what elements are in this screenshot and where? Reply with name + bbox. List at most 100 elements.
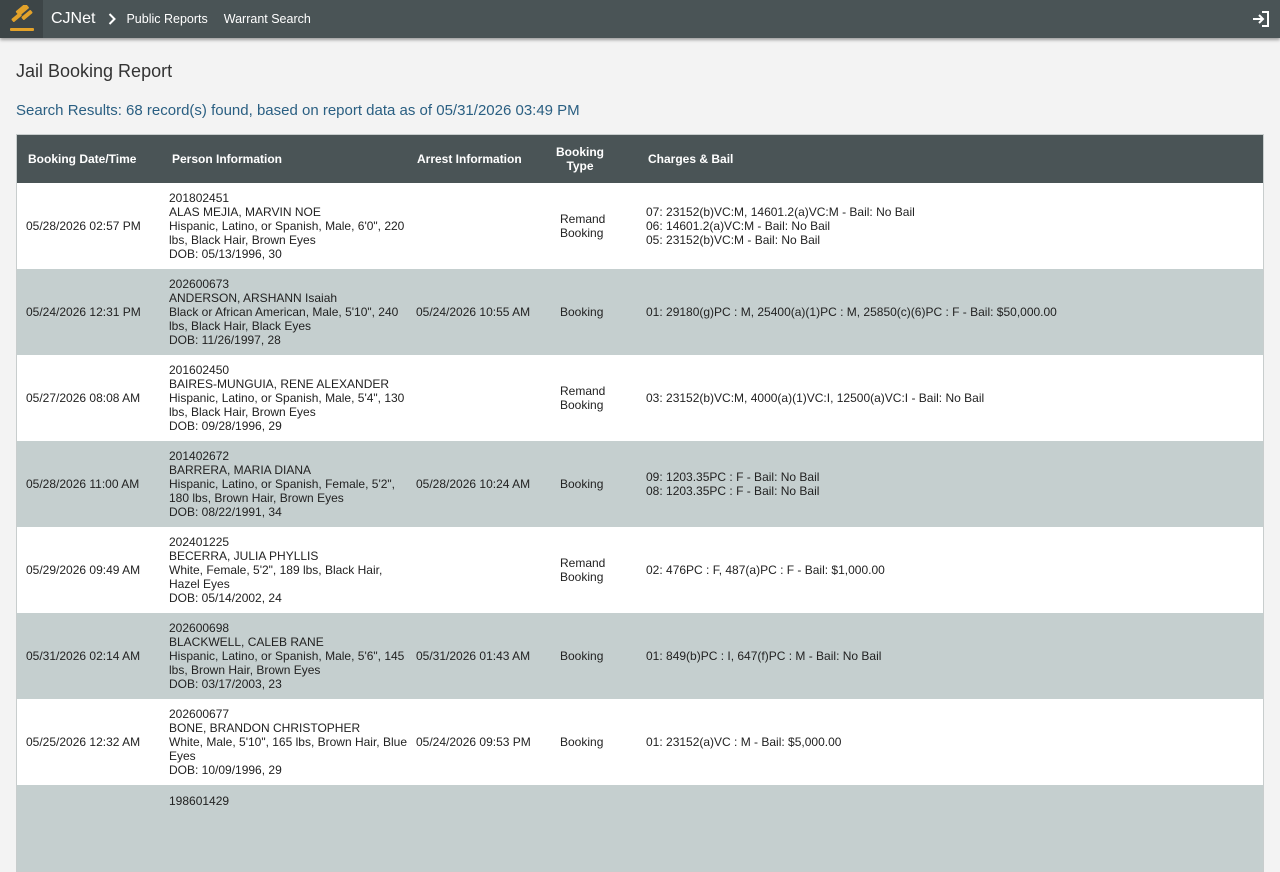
arrest-info: 05/24/2026 09:53 PM — [407, 699, 550, 785]
person-info: 202401225 BECERRA, JULIA PHYLLIS White, … — [161, 527, 407, 613]
booking-type: Booking — [550, 269, 637, 355]
person-info: 202600673 ANDERSON, ARSHANN Isaiah Black… — [161, 269, 407, 355]
gavel-logo-icon[interactable] — [0, 0, 43, 38]
person-id: 202401225 — [169, 535, 230, 549]
booking-type: Booking — [550, 613, 637, 699]
booking-type — [550, 785, 637, 871]
charge-line: 01: 849(b)PC : I, 647(f)PC : M - Bail: N… — [646, 649, 882, 663]
charge-line: 08: 1203.35PC : F - Bail: No Bail — [646, 484, 820, 498]
col-arrest-information[interactable]: Arrest Information — [407, 135, 550, 183]
charges-bail — [637, 785, 1263, 871]
booking-type: Remand Booking — [550, 183, 637, 269]
booking-datetime: 05/25/2026 12:32 AM — [17, 699, 161, 785]
person-dob: DOB: 05/14/2002, 24 — [169, 591, 282, 605]
charge-line: 03: 23152(b)VC:M, 4000(a)(1)VC:I, 12500(… — [646, 391, 985, 405]
charge-line: 06: 14601.2(a)VC:M - Bail: No Bail — [646, 219, 831, 233]
table-row[interactable]: 05/31/2026 02:14 AM 202600698 BLACKWELL,… — [17, 613, 1263, 699]
person-name: BAIRES-MUNGUIA, RENE ALEXANDER — [169, 377, 390, 391]
col-person-information[interactable]: Person Information — [161, 135, 407, 183]
booking-datetime: 05/29/2026 09:49 AM — [17, 527, 161, 613]
charges-bail: 02: 476PC : F, 487(a)PC : F - Bail: $1,0… — [637, 527, 1263, 613]
table-row[interactable]: 05/29/2026 09:49 AM 202401225 BECERRA, J… — [17, 527, 1263, 613]
col-booking-type[interactable]: Booking Type — [550, 135, 637, 183]
person-dob: DOB: 09/28/1996, 29 — [169, 419, 282, 433]
table-row[interactable]: 05/27/2026 08:08 AM 201602450 BAIRES-MUN… — [17, 355, 1263, 441]
nav-public-reports[interactable]: Public Reports — [126, 12, 207, 26]
booking-type-line: Remand — [560, 556, 606, 570]
person-name: BECERRA, JULIA PHYLLIS — [169, 549, 319, 563]
person-id: 202600673 — [169, 277, 230, 291]
charge-line: 05: 23152(b)VC:M - Bail: No Bail — [646, 233, 821, 247]
person-name: BONE, BRANDON CHRISTOPHER — [169, 721, 361, 735]
nav-warrant-search[interactable]: Warrant Search — [224, 12, 311, 26]
person-name: BLACKWELL, CALEB RANE — [169, 635, 324, 649]
sign-in-icon[interactable] — [1251, 9, 1271, 29]
booking-type-line: Booking — [560, 398, 604, 412]
col-booking-type-label: Booking Type — [556, 145, 604, 173]
charges-bail: 01: 29180(g)PC : M, 25400(a)(1)PC : M, 2… — [637, 269, 1263, 355]
booking-datetime: 05/28/2026 02:57 PM — [17, 183, 161, 269]
person-info: 201602450 BAIRES-MUNGUIA, RENE ALEXANDER… — [161, 355, 407, 441]
search-results-summary: Search Results: 68 record(s) found, base… — [16, 102, 580, 119]
booking-type: Remand Booking — [550, 355, 637, 441]
person-name: ALAS MEJIA, MARVIN NOE — [169, 205, 321, 219]
person-description: Hispanic, Latino, or Spanish, Male, 5'4"… — [169, 391, 405, 419]
person-name: ANDERSON, ARSHANN Isaiah — [169, 291, 338, 305]
chevron-right-icon — [108, 13, 117, 25]
person-info: 198601429 — [161, 785, 407, 871]
person-dob: DOB: 08/22/1991, 34 — [169, 505, 282, 519]
charge-line: 01: 23152(a)VC : M - Bail: $5,000.00 — [646, 735, 842, 749]
booking-type: Remand Booking — [550, 527, 637, 613]
booking-datetime: 05/27/2026 08:08 AM — [17, 355, 161, 441]
booking-datetime: 05/24/2026 12:31 PM — [17, 269, 161, 355]
booking-type-line: Remand — [560, 212, 606, 226]
person-info: 202600677 BONE, BRANDON CHRISTOPHER Whit… — [161, 699, 407, 785]
charges-bail: 03: 23152(b)VC:M, 4000(a)(1)VC:I, 12500(… — [637, 355, 1263, 441]
arrest-info — [407, 183, 550, 269]
person-description: Black or African American, Male, 5'10", … — [169, 305, 399, 333]
person-description: White, Female, 5'2", 189 lbs, Black Hair… — [169, 563, 383, 591]
col-booking-datetime[interactable]: Booking Date/Time — [17, 135, 161, 183]
table-row[interactable]: 05/25/2026 12:32 AM 202600677 BONE, BRAN… — [17, 699, 1263, 785]
booking-datetime: 05/28/2026 11:00 AM — [17, 441, 161, 527]
person-name: BARRERA, MARIA DIANA — [169, 463, 312, 477]
booking-datetime: 05/31/2026 02:14 AM — [17, 613, 161, 699]
charges-bail: 09: 1203.35PC : F - Bail: No Bail 08: 12… — [637, 441, 1263, 527]
booking-type-line: Booking — [560, 735, 604, 749]
person-description: Hispanic, Latino, or Spanish, Female, 5'… — [169, 477, 396, 505]
person-dob: DOB: 05/13/1996, 30 — [169, 247, 282, 261]
person-id: 198601429 — [169, 794, 230, 808]
arrest-info: 05/24/2026 10:55 AM — [407, 269, 550, 355]
table-header-row: Booking Date/Time Person Information Arr… — [17, 135, 1263, 183]
person-dob: DOB: 10/09/1996, 29 — [169, 763, 282, 777]
booking-type-line: Booking — [560, 226, 604, 240]
booking-table: Booking Date/Time Person Information Arr… — [16, 134, 1264, 872]
arrest-info: 05/31/2026 01:43 AM — [407, 613, 550, 699]
col-charges-bail[interactable]: Charges & Bail — [637, 135, 1263, 183]
person-description: Hispanic, Latino, or Spanish, Male, 6'0"… — [169, 219, 405, 247]
brand-name[interactable]: CJNet — [51, 10, 95, 28]
table-row[interactable]: 05/24/2026 12:31 PM 202600673 ANDERSON, … — [17, 269, 1263, 355]
charge-line: 02: 476PC : F, 487(a)PC : F - Bail: $1,0… — [646, 563, 885, 577]
booking-type: Booking — [550, 441, 637, 527]
charge-line: 07: 23152(b)VC:M, 14601.2(a)VC:M - Bail:… — [646, 205, 915, 219]
person-description: White, Male, 5'10", 165 lbs, Brown Hair,… — [169, 735, 407, 763]
table-row[interactable]: 198601429 — [17, 785, 1263, 871]
person-info: 201802451 ALAS MEJIA, MARVIN NOE Hispani… — [161, 183, 407, 269]
arrest-info — [407, 355, 550, 441]
booking-type-line: Remand — [560, 384, 606, 398]
table-row[interactable]: 05/28/2026 02:57 PM 201802451 ALAS MEJIA… — [17, 183, 1263, 269]
person-id: 202600698 — [169, 621, 230, 635]
person-id: 201602450 — [169, 363, 230, 377]
person-id: 201402672 — [169, 449, 230, 463]
table-row[interactable]: 05/28/2026 11:00 AM 201402672 BARRERA, M… — [17, 441, 1263, 527]
charges-bail: 01: 23152(a)VC : M - Bail: $5,000.00 — [637, 699, 1263, 785]
arrest-info — [407, 527, 550, 613]
booking-type-line: Booking — [560, 570, 604, 584]
charges-bail: 01: 849(b)PC : I, 647(f)PC : M - Bail: N… — [637, 613, 1263, 699]
arrest-info — [407, 785, 550, 871]
arrest-info: 05/28/2026 10:24 AM — [407, 441, 550, 527]
charge-line: 01: 29180(g)PC : M, 25400(a)(1)PC : M, 2… — [646, 305, 1057, 319]
booking-datetime — [17, 785, 161, 871]
person-dob: DOB: 11/26/1997, 28 — [169, 333, 281, 347]
